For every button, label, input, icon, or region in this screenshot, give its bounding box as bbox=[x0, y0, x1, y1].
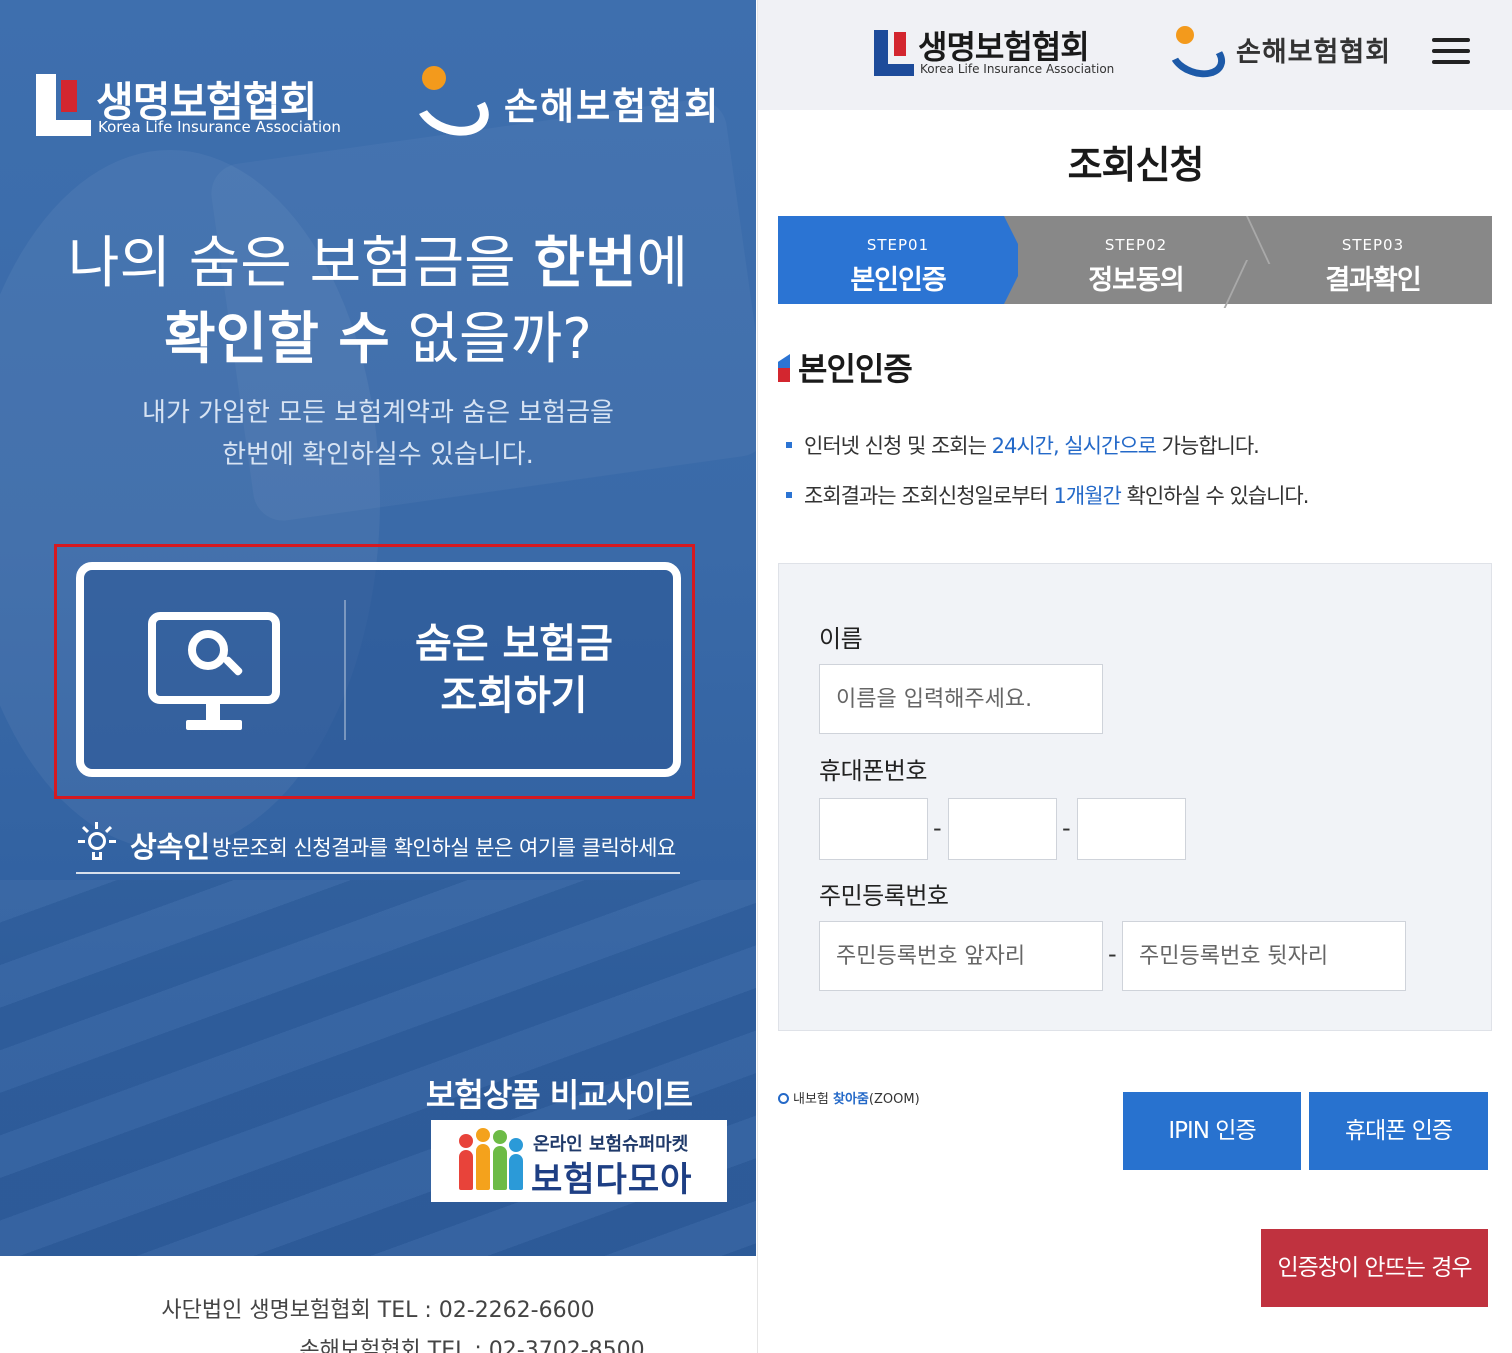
section-marker-icon bbox=[778, 354, 790, 382]
subtext-line-2: 한번에 확인하실수 있습니다. bbox=[222, 440, 534, 470]
gia-logo-mark-icon bbox=[407, 66, 497, 146]
headline-text: 나의 숨은 보험금을 bbox=[67, 231, 534, 296]
search-card-line-2: 조회하기 bbox=[440, 673, 588, 719]
section-title-text: 본인인증 bbox=[798, 350, 913, 388]
phone-part-3-input[interactable] bbox=[1077, 798, 1186, 860]
headline-line-1: 나의 숨은 보험금을 한번에 bbox=[0, 226, 756, 302]
footer-klia-tel: 사단법인 생명보험협회 TEL : 02-2262-6600 bbox=[161, 1298, 595, 1323]
phone-dash: - bbox=[933, 814, 942, 842]
heir-link-text: 방문조회 신청결과를 확인하실 분은 여기를 클릭하세요 bbox=[212, 836, 676, 860]
zoom-text: 내보험 bbox=[793, 1092, 834, 1107]
right-inquiry-panel: 생명보험협회 Korea Life Insurance Association … bbox=[757, 0, 1512, 1353]
phone-auth-button[interactable]: 휴대폰 인증 bbox=[1309, 1092, 1488, 1170]
headline-text: 없을까? bbox=[389, 307, 592, 372]
gia-swoosh-icon bbox=[1162, 27, 1232, 85]
subtext-line-1: 내가 가입한 모든 보험계약과 숨은 보험금을 bbox=[142, 398, 614, 428]
notice-highlight: 24시간, 실시간으로 bbox=[991, 434, 1157, 458]
notice-text: 가능합니다. bbox=[1155, 434, 1260, 458]
headline-emphasis: 확인할 수 bbox=[164, 307, 390, 372]
headline-line-2: 확인할 수 없을까? bbox=[0, 302, 756, 378]
auth-window-trouble-button[interactable]: 인증창이 안뜨는 경우 bbox=[1261, 1229, 1488, 1307]
footer-gia-tel: 손해보험협회 TEL : 02-3702-8500 bbox=[299, 1338, 645, 1353]
step-number: STEP01 bbox=[866, 236, 930, 254]
step-label: 본인인증 bbox=[850, 265, 946, 296]
lightbulb-icon bbox=[78, 822, 116, 864]
klia-logo-mark-icon bbox=[36, 74, 91, 136]
page-title: 조회신청 bbox=[1067, 143, 1205, 187]
step-3-result: STEP03 결과확인 bbox=[1254, 216, 1492, 304]
magnifier-icon bbox=[778, 1093, 789, 1104]
header-klia-logo[interactable]: 생명보험협회 Korea Life Insurance Association bbox=[874, 28, 1114, 78]
damoa-name: 보험다모아 bbox=[531, 1160, 693, 1200]
zoom-highlight: 찾아줌 bbox=[833, 1092, 869, 1107]
notice-text: 인터넷 신청 및 조회는 bbox=[804, 434, 992, 458]
phone-dash: - bbox=[1062, 814, 1071, 842]
compare-site-title: 보험상품 비교사이트 bbox=[425, 1076, 693, 1114]
header-klia-english: Korea Life Insurance Association bbox=[920, 62, 1115, 76]
hidden-insurance-search-button[interactable]: 숨은 보험금 조회하기 bbox=[76, 562, 681, 777]
search-card-line-1: 숨은 보험금 bbox=[415, 621, 613, 667]
phone-part-1-input[interactable] bbox=[819, 798, 928, 860]
gia-logo[interactable]: 손해보험협회 bbox=[407, 66, 732, 146]
rrn-front-input[interactable] bbox=[819, 921, 1103, 991]
top-header: 생명보험협회 Korea Life Insurance Association … bbox=[758, 0, 1512, 110]
step-2-consent: STEP02 정보동의 bbox=[1018, 216, 1254, 304]
notice-highlight: 1개월간 bbox=[1053, 484, 1122, 508]
klia-logo-english: Korea Life Insurance Association bbox=[98, 118, 341, 136]
heir-visit-result-link[interactable]: 상속인 방문조회 신청결과를 확인하실 분은 여기를 클릭하세요 bbox=[76, 822, 680, 874]
people-group-icon bbox=[449, 1128, 531, 1194]
step-label: 정보동의 bbox=[1088, 265, 1184, 296]
headline-text: 에 bbox=[636, 231, 689, 296]
headline-emphasis: 한번 bbox=[533, 231, 637, 296]
left-footer: 사단법인 생명보험협회 TEL : 02-2262-6600 손해보험협회 TE… bbox=[0, 1256, 756, 1353]
rrn-dash: - bbox=[1108, 940, 1117, 968]
phone-label: 휴대폰번호 bbox=[819, 757, 927, 785]
header-gia-logo[interactable]: 손해보험협회 bbox=[1162, 24, 1408, 85]
step-progress-bar: STEP01 본인인증 STEP02 정보동의 STEP03 결과확인 bbox=[778, 216, 1492, 304]
step-1-identity: STEP01 본인인증 bbox=[778, 216, 1018, 304]
identity-form: 이름 휴대폰번호 - - 주민등록번호 - bbox=[778, 563, 1492, 1031]
heir-label: 상속인 bbox=[130, 830, 211, 864]
name-input[interactable] bbox=[819, 664, 1103, 734]
bohum-damoa-banner[interactable]: 온라인 보험슈퍼마켓 보험다모아 bbox=[431, 1120, 727, 1202]
bullet-square-icon bbox=[786, 442, 792, 448]
bullet-square-icon bbox=[786, 492, 792, 498]
hamburger-menu-icon[interactable] bbox=[1432, 36, 1472, 66]
step-number: STEP02 bbox=[1104, 236, 1168, 254]
notice-text: 조회결과는 조회신청일로부터 bbox=[804, 484, 1054, 508]
rrn-back-input[interactable] bbox=[1122, 921, 1406, 991]
gia-logo-name: 손해보험협회 bbox=[504, 85, 721, 128]
gia-dot-icon bbox=[1176, 26, 1194, 44]
card-divider bbox=[344, 600, 346, 740]
rrn-label: 주민등록번호 bbox=[819, 882, 949, 910]
step-label: 결과확인 bbox=[1325, 265, 1421, 296]
monitor-search-icon bbox=[148, 612, 280, 730]
search-card-label: 숨은 보험금 조회하기 bbox=[374, 618, 654, 722]
left-landing-panel: 생명보험협회 Korea Life Insurance Association … bbox=[0, 0, 756, 1353]
name-label: 이름 bbox=[819, 625, 863, 653]
zoom-link[interactable]: 내보험 찾아줌(ZOOM) bbox=[778, 1088, 920, 1107]
notice-text: 확인하실 수 있습니다. bbox=[1120, 484, 1310, 508]
ipin-auth-button[interactable]: IPIN 인증 bbox=[1123, 1092, 1301, 1170]
zoom-suffix: (ZOOM) bbox=[868, 1092, 920, 1107]
header-gia-name: 손해보험협회 bbox=[1236, 37, 1392, 68]
step-number: STEP03 bbox=[1341, 236, 1405, 254]
klia-logo[interactable]: 생명보험협회 Korea Life Insurance Association bbox=[36, 72, 346, 136]
phone-part-2-input[interactable] bbox=[948, 798, 1057, 860]
